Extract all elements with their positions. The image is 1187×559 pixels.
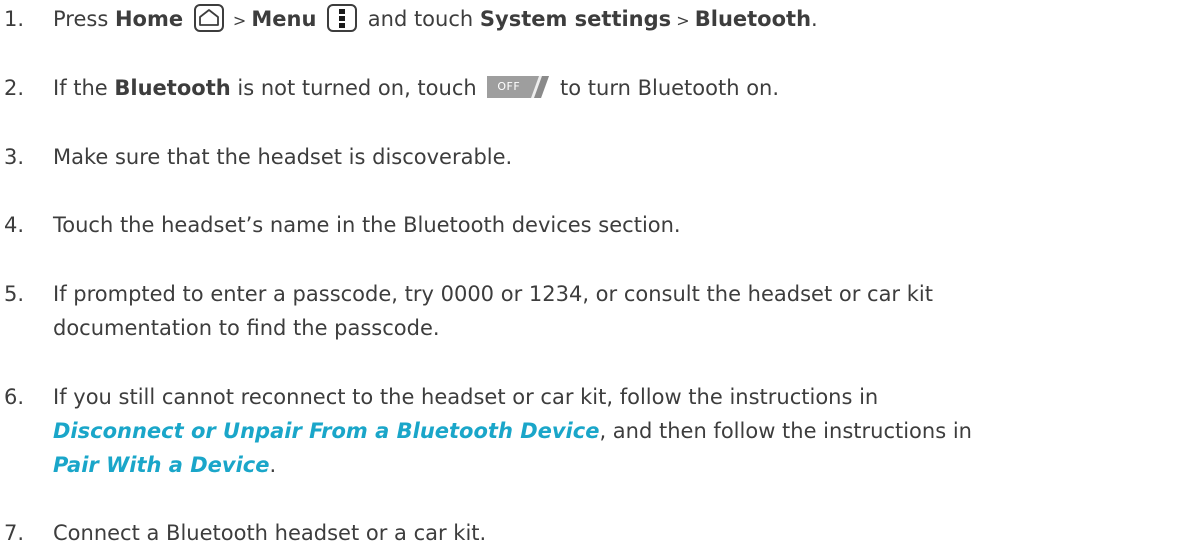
step-number: 1. (4, 7, 25, 31)
bluetooth-label: Bluetooth (114, 76, 231, 100)
step-text: If the Bluetooth is not turned on, touch… (53, 76, 780, 100)
off-label: OFF (497, 80, 521, 93)
step-text: Make sure that the headset is discoverab… (53, 145, 513, 169)
step-number: 6. (4, 385, 25, 409)
bluetooth-label: Bluetooth (694, 7, 812, 31)
step-text: If you still cannot reconnect to the hea… (53, 385, 972, 477)
menu-icon (327, 4, 358, 32)
step-number: 5. (4, 282, 25, 306)
disconnect-unpair-link[interactable]: Disconnect or Unpair From a Bluetooth De… (53, 419, 599, 443)
menu-label: Menu (251, 7, 317, 31)
system-settings-label: System settings (479, 7, 672, 31)
step-text: Press Home > Menu and touch System setti… (53, 2, 1175, 38)
off-toggle-icon: OFF (487, 76, 550, 98)
pair-with-device-link[interactable]: Pair With a Device (53, 453, 269, 477)
home-label: Home (114, 7, 184, 31)
step-text: If prompted to enter a passcode, try 000… (53, 282, 933, 340)
step-number: 3. (4, 145, 25, 169)
instruction-steps: 1. Press Home > Menu and touch System se… (0, 0, 1187, 559)
step-text: Connect a Bluetooth headset or a car kit… (53, 521, 487, 545)
home-icon (193, 4, 224, 32)
step-number: 2. (4, 76, 25, 100)
step-number: 4. (4, 213, 25, 237)
step-text: Touch the headset’s name in the Bluetoot… (53, 213, 681, 237)
step-number: 7. (4, 521, 25, 545)
